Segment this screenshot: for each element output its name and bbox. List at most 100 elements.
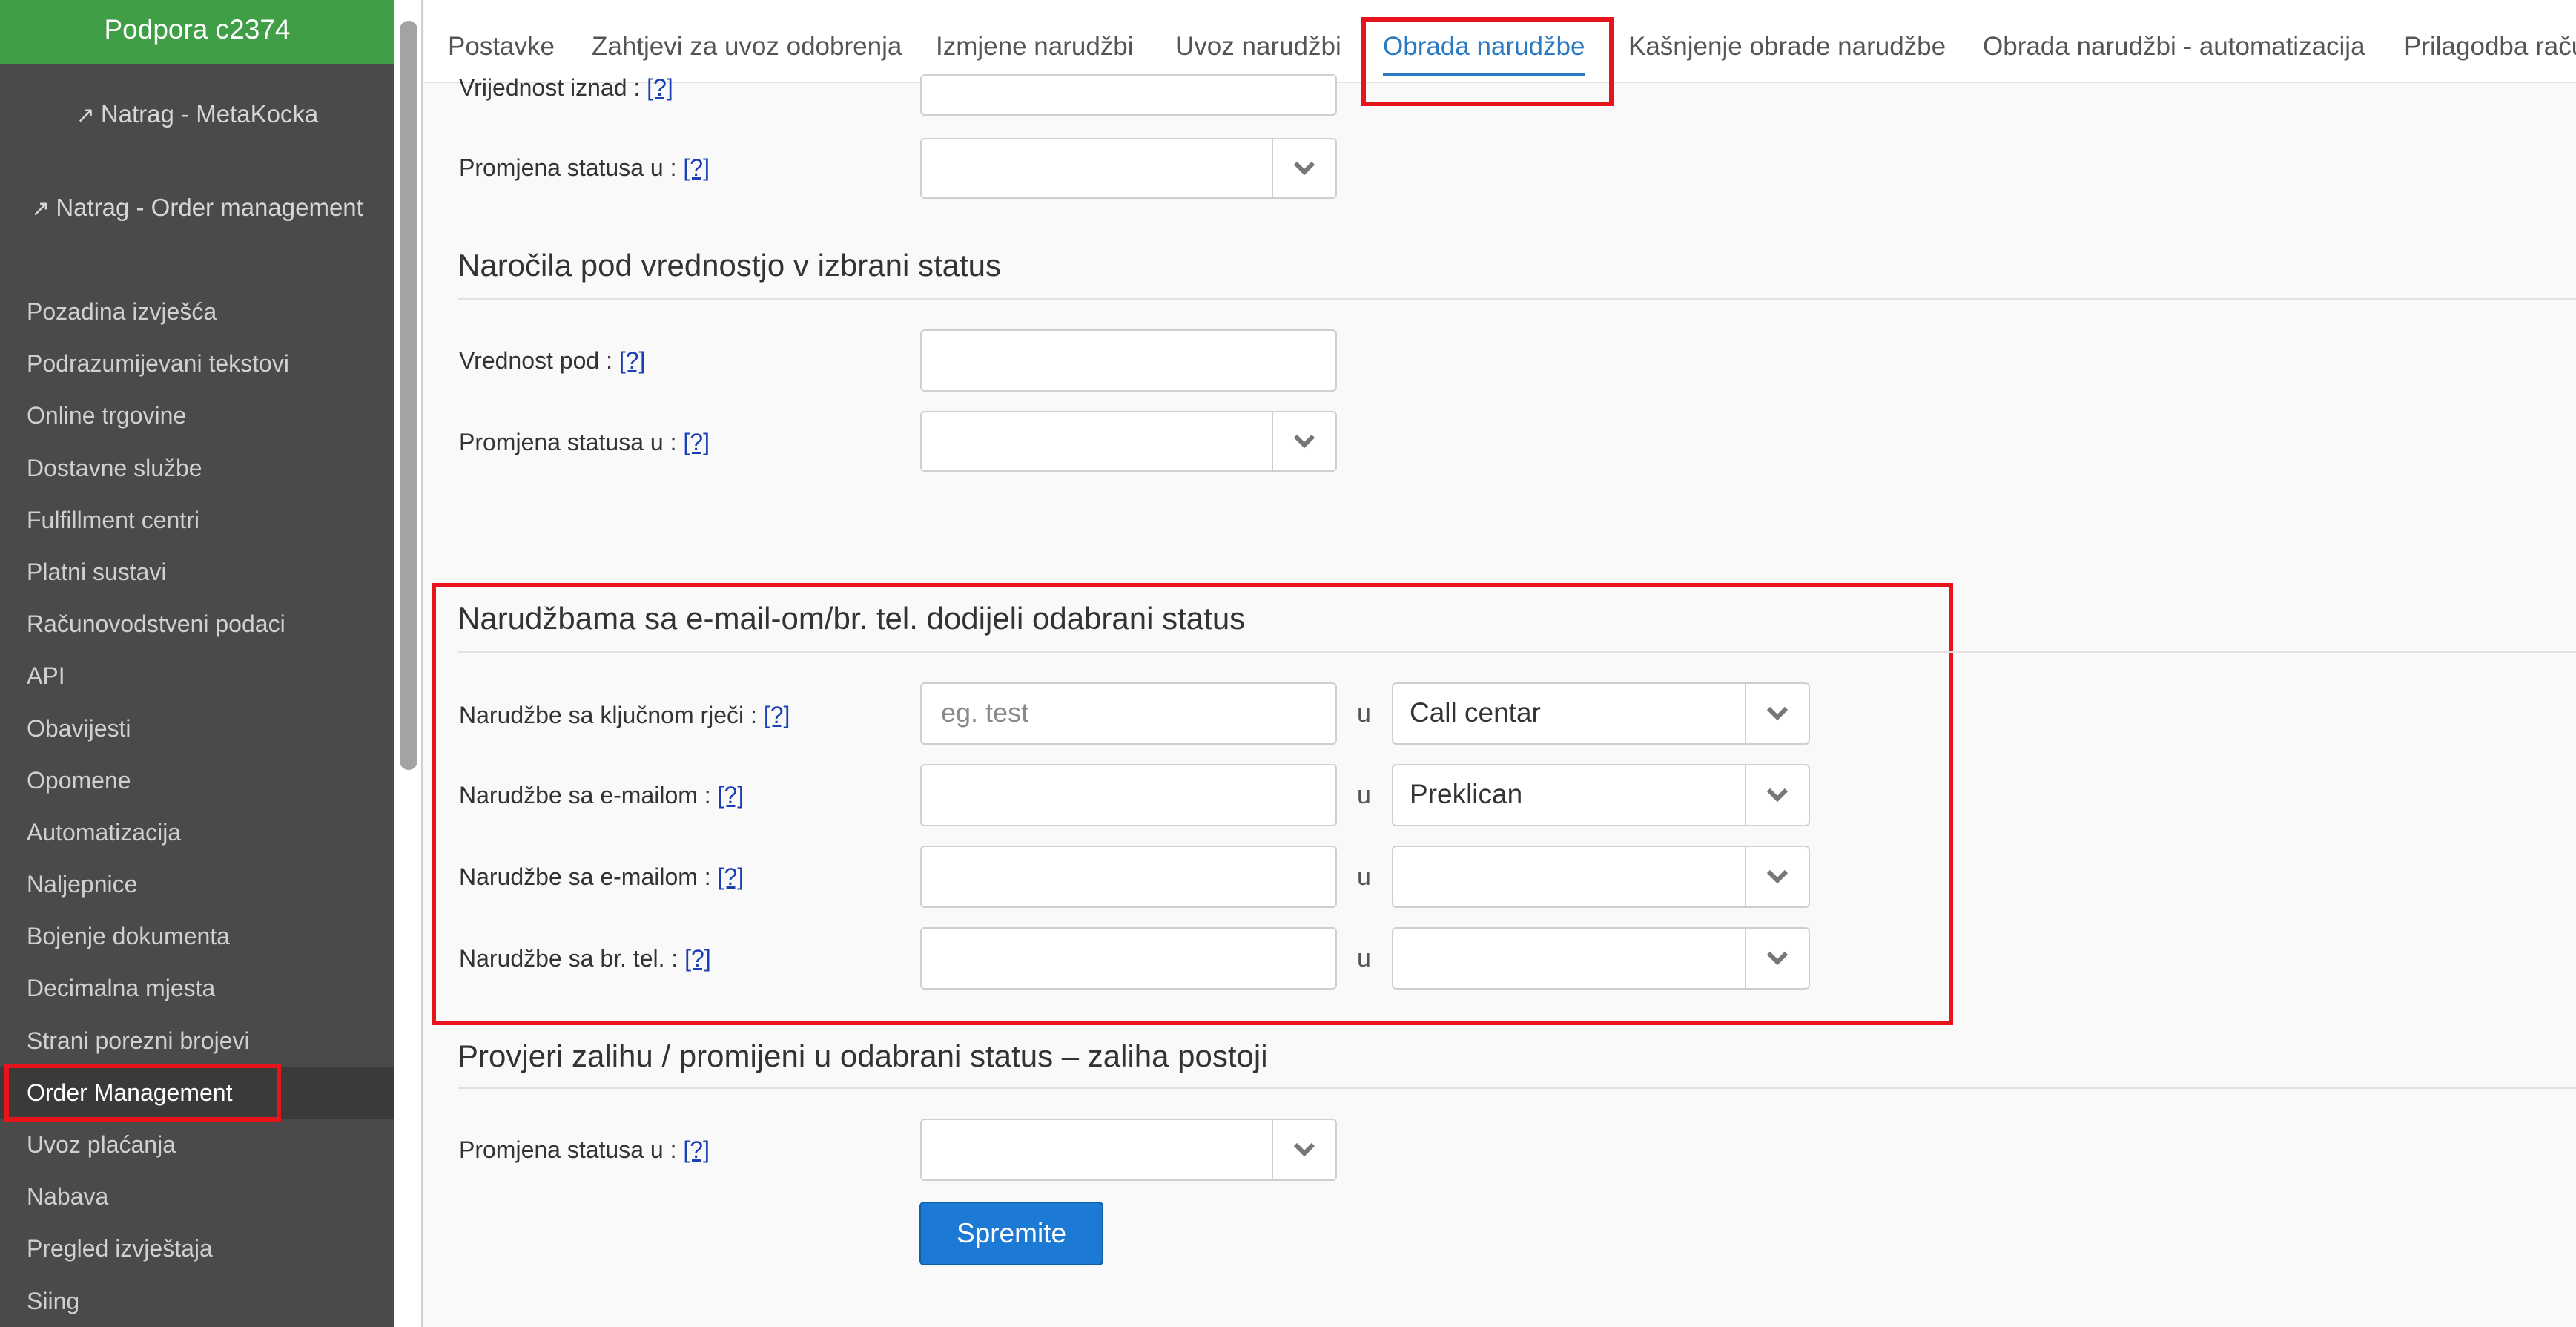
email-status-select-2[interactable]: [1392, 846, 1810, 908]
keyword-status-select[interactable]: Call centar: [1392, 682, 1810, 745]
tab-kasnjenje-obrade-narudzbe[interactable]: Kašnjenje obrade narudžbe: [1628, 28, 1946, 65]
phone-input[interactable]: [920, 927, 1337, 990]
sidebar-item-pregled-izvjestaja[interactable]: Pregled izvještaja: [0, 1222, 394, 1274]
sidebar-item-label: API: [27, 662, 65, 690]
sidebar-item-opomene[interactable]: Opomene: [0, 754, 394, 806]
field-label-status-change: Promjena statusa u : [?]: [459, 153, 710, 182]
sidebar-item-label: Automatizacija: [27, 818, 182, 846]
field-label-value-below: Vrednost pod : [?]: [459, 346, 645, 375]
email-input-2[interactable]: [920, 846, 1337, 908]
status-select[interactable]: [920, 411, 1337, 472]
label-text: Promjena statusa u :: [459, 154, 677, 181]
section-title-stock: Provjeri zalihu / promijeni u odabrani s…: [458, 1038, 1268, 1073]
chevron-down-icon: [1293, 434, 1315, 449]
back-link-label: Natrag - MetaKocka: [100, 100, 319, 128]
sidebar-item-api[interactable]: API: [0, 650, 394, 702]
sidebar-item-dostavne-sluzbe[interactable]: Dostavne službe: [0, 442, 394, 494]
sidebar-item-label: Online trgovine: [27, 402, 187, 429]
sidebar-item-label: Bojenje dokumenta: [27, 923, 230, 950]
in-label: u: [1357, 781, 1371, 809]
sidebar-item-label: Decimalna mjesta: [27, 975, 216, 1002]
tab-izmjene-narudzbi[interactable]: Izmjene narudžbi: [936, 28, 1134, 65]
sidebar-item-label: Opomene: [27, 766, 131, 794]
label-text: Vrijednost iznad :: [459, 74, 641, 101]
label-text: Narudžbe sa br. tel. :: [459, 945, 678, 972]
sidebar-item-label: Računovodstveni podaci: [27, 610, 285, 638]
sidebar-item-decimalna-mjesta[interactable]: Decimalna mjesta: [0, 962, 394, 1014]
sidebar-item-order-management[interactable]: Order Management: [0, 1063, 394, 1122]
label-text: Narudžbe sa e-mailom :: [459, 863, 711, 890]
sidebar-item-label: Podrazumijevani tekstovi: [27, 350, 289, 378]
back-link-metakocka[interactable]: ↗ Natrag - MetaKocka: [0, 98, 394, 132]
tab-prilagodba-racuna[interactable]: Prilagodba raču: [2404, 28, 2576, 65]
sidebar-item-siing[interactable]: Siing: [0, 1275, 394, 1327]
tab-postavke[interactable]: Postavke: [448, 28, 555, 65]
field-label-status-change: Promjena statusa u : [?]: [459, 427, 710, 457]
help-link[interactable]: [?]: [647, 74, 673, 101]
sidebar-item-label: Naljepnice: [27, 871, 138, 898]
sidebar-item-label: Pregled izvještaja: [27, 1235, 213, 1262]
label-text: Narudžbe sa ključnom rječi :: [459, 702, 757, 728]
help-link[interactable]: [?]: [619, 347, 646, 374]
tab-obrada-narudzbi-automatizacija[interactable]: Obrada narudžbi - automatizacija: [1983, 28, 2365, 65]
phone-status-select[interactable]: [1392, 927, 1810, 990]
exit-icon: ↗: [76, 103, 95, 128]
in-label: u: [1357, 944, 1371, 972]
sidebar-item-fulfillment-centri[interactable]: Fulfillment centri: [0, 494, 394, 546]
in-label: u: [1357, 863, 1371, 891]
field-label-phone: Narudžbe sa br. tel. : [?]: [459, 944, 711, 973]
back-link-label: Natrag - Order management: [56, 194, 363, 221]
tab-uvoz-narudzbi[interactable]: Uvoz narudžbi: [1175, 28, 1341, 65]
in-label: u: [1357, 699, 1371, 728]
sidebar-item-automatizacija[interactable]: Automatizacija: [0, 806, 394, 858]
help-link[interactable]: [?]: [683, 429, 710, 455]
email-input-1[interactable]: [920, 764, 1337, 826]
sidebar-item-platni-sustavi[interactable]: Platni sustavi: [0, 546, 394, 598]
sidebar-item-obavijesti[interactable]: Obavijesti: [0, 702, 394, 754]
back-link-order-management[interactable]: ↗ Natrag - Order management: [0, 191, 394, 225]
sidebar-item-uvoz-placanja[interactable]: Uvoz plaćanja: [0, 1119, 394, 1170]
sidebar-item-racunovodstveni-podaci[interactable]: Računovodstveni podaci: [0, 598, 394, 650]
email-status-select-1[interactable]: Preklican: [1392, 764, 1810, 826]
select-value: Preklican: [1410, 779, 1523, 809]
select-value: Call centar: [1410, 697, 1541, 728]
sidebar-item-pozadina-izvjesca[interactable]: Pozadina izvješća: [0, 286, 394, 337]
help-link[interactable]: [?]: [683, 154, 710, 181]
field-label-status-change: Promjena statusa u : [?]: [459, 1135, 710, 1165]
help-link[interactable]: [?]: [764, 702, 790, 728]
sidebar-item-label: Siing: [27, 1287, 80, 1314]
section-title-under-value: Naročila pod vrednostjo v izbrani status: [458, 248, 1002, 283]
chevron-down-icon: [1293, 1142, 1315, 1157]
field-label-email: Narudžbe sa e-mailom : [?]: [459, 780, 744, 810]
chevron-down-icon: [1766, 951, 1789, 966]
sidebar-item-podrazumijevani-tekstovi[interactable]: Podrazumijevani tekstovi: [0, 337, 394, 389]
help-link[interactable]: [?]: [683, 1136, 710, 1163]
brand-title: Podpora c2374: [0, 0, 394, 64]
save-button[interactable]: Spremite: [919, 1202, 1103, 1265]
keyword-input[interactable]: eg. test: [920, 682, 1337, 745]
value-above-input[interactable]: [920, 74, 1337, 116]
field-label-email: Narudžbe sa e-mailom : [?]: [459, 862, 744, 892]
chevron-down-icon: [1766, 869, 1789, 884]
sidebar-item-label: Order Management: [4, 1063, 282, 1122]
chevron-down-icon: [1293, 161, 1315, 176]
chevron-down-icon: [1766, 788, 1789, 803]
status-select[interactable]: [920, 138, 1337, 199]
help-link[interactable]: [?]: [718, 863, 744, 890]
sidebar-item-bojenje-dokumenta[interactable]: Bojenje dokumenta: [0, 910, 394, 962]
sidebar-item-label: Fulfillment centri: [27, 506, 199, 533]
tab-zahtjevi-za-uvoz-odobrenja[interactable]: Zahtjevi za uvoz odobrenja: [592, 28, 902, 65]
stock-status-select[interactable]: [920, 1119, 1337, 1181]
scrollbar-thumb[interactable]: [400, 21, 417, 770]
sidebar-item-naljepnice[interactable]: Naljepnice: [0, 858, 394, 910]
help-link[interactable]: [?]: [718, 782, 744, 809]
sidebar-item-online-trgovine[interactable]: Online trgovine: [0, 389, 394, 441]
section-title-email-phone: Narudžbama sa e-mail-om/br. tel. dodijel…: [458, 601, 1246, 636]
label-text: Promjena statusa u :: [459, 429, 677, 455]
sidebar-item-nabava[interactable]: Nabava: [0, 1170, 394, 1222]
sidebar-item-label: Strani porezni brojevi: [27, 1027, 250, 1054]
help-link[interactable]: [?]: [684, 945, 711, 972]
sidebar-item-label: Obavijesti: [27, 714, 131, 742]
sidebar-item-strani-porezni-brojevi[interactable]: Strani porezni brojevi: [0, 1015, 394, 1067]
value-below-input[interactable]: [920, 329, 1337, 392]
